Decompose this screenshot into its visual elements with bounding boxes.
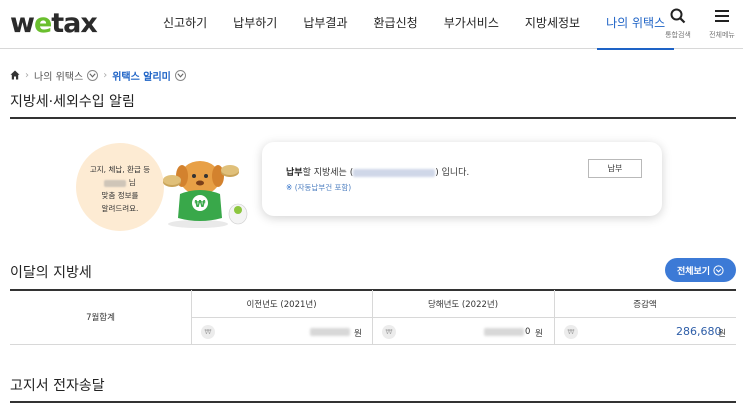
bubble-text-1: 고지, 체납, 환급 등 <box>89 165 151 174</box>
svg-text:₩: ₩ <box>194 199 205 210</box>
e-notice-title: 고지서 전자송달 <box>10 378 105 394</box>
bubble-text-4: 알려드려요. <box>101 204 139 213</box>
home-icon[interactable] <box>10 70 20 80</box>
wetax-logo[interactable]: wetax <box>10 8 98 39</box>
greeting-bubble: 고지, 체납, 환급 등 님 맞춤 정보를 알려드려요. <box>76 143 164 231</box>
breadcrumb-current[interactable]: 위택스 알리미 <box>112 68 171 83</box>
won-icon: ₩ <box>564 325 578 339</box>
row-label: 7월합계 <box>86 313 115 323</box>
difference-value: 286,680 <box>676 325 722 338</box>
hamburger-icon <box>715 10 729 22</box>
tax-summary-text: 납부할 지방세는 () 입니다. <box>286 168 470 178</box>
menu-button[interactable]: 전체메뉴 <box>704 8 740 40</box>
header-prev-year: 이전년도 (2021년) <box>246 300 317 310</box>
difference-unit: 원 <box>718 329 726 339</box>
search-caption: 통합검색 <box>665 31 691 39</box>
chevron-right-icon: › <box>103 69 108 81</box>
menu-caption: 전체메뉴 <box>709 31 735 39</box>
nav-refund[interactable]: 환급신청 <box>361 0 431 49</box>
header-current-year: 당해년도 (2022년) <box>427 300 499 310</box>
current-tail: 0 <box>525 327 531 337</box>
top-header: wetax 신고하기 납부하기 납부결과 환급신청 부가서비스 지방세정보 나의… <box>0 0 743 50</box>
nav-extra-services[interactable]: 부가서비스 <box>431 0 512 49</box>
page-title: 지방세·세외수입 알림 <box>10 94 135 110</box>
notice-divider <box>10 401 736 403</box>
bubble-text-3: 맞춤 정보를 <box>101 191 139 200</box>
view-all-button[interactable]: 전체보기 <box>665 258 736 282</box>
prev-unit: 원 <box>354 329 362 339</box>
view-all-label: 전체보기 <box>676 266 711 277</box>
mascot-illustration: ₩ <box>163 161 248 228</box>
breadcrumb: › 나의 위택스 › 위택스 알리미 <box>10 67 186 83</box>
header-difference: 증감액 <box>633 300 657 310</box>
title-divider <box>10 117 736 119</box>
pay-button[interactable]: 납부 <box>588 159 642 178</box>
auto-pay-note: ※ (자동납부건 포함) <box>286 183 352 192</box>
nav-local-tax-info[interactable]: 지방세정보 <box>512 0 593 49</box>
bubble-text-2: 님 <box>76 176 164 189</box>
main-nav: 신고하기 납부하기 납부결과 환급신청 부가서비스 지방세정보 나의 위택스 <box>150 0 678 50</box>
won-icon: ₩ <box>382 325 396 339</box>
won-icon: ₩ <box>201 325 215 339</box>
breadcrumb-my-wetax[interactable]: 나의 위택스 <box>34 68 83 83</box>
nav-file[interactable]: 신고하기 <box>150 0 220 49</box>
nav-pay-result[interactable]: 납부결과 <box>290 0 360 49</box>
current-unit: 원 <box>535 329 543 339</box>
chevron-right-icon: › <box>25 69 29 81</box>
blurred-amount <box>353 168 436 177</box>
search-button[interactable]: 통합검색 <box>660 8 696 40</box>
tax-summary-card: 납부할 지방세는 () 입니다. ※ (자동납부건 포함) 납부 <box>262 142 662 216</box>
monthly-tax-title: 이달의 지방세 <box>10 265 92 281</box>
nav-pay[interactable]: 납부하기 <box>220 0 290 49</box>
blurred-current-amount <box>484 328 524 336</box>
monthly-tax-table: 7월합계 이전년도 (2021년) 당해년도 (2022년) 증감액 ₩ 원 ₩… <box>10 290 736 345</box>
search-icon <box>670 8 686 24</box>
chevron-down-icon[interactable] <box>174 69 186 81</box>
chevron-down-icon[interactable] <box>87 69 99 81</box>
blurred-name <box>104 179 127 187</box>
blurred-prev-amount <box>310 328 350 336</box>
chevron-down-circle-icon <box>713 264 724 276</box>
